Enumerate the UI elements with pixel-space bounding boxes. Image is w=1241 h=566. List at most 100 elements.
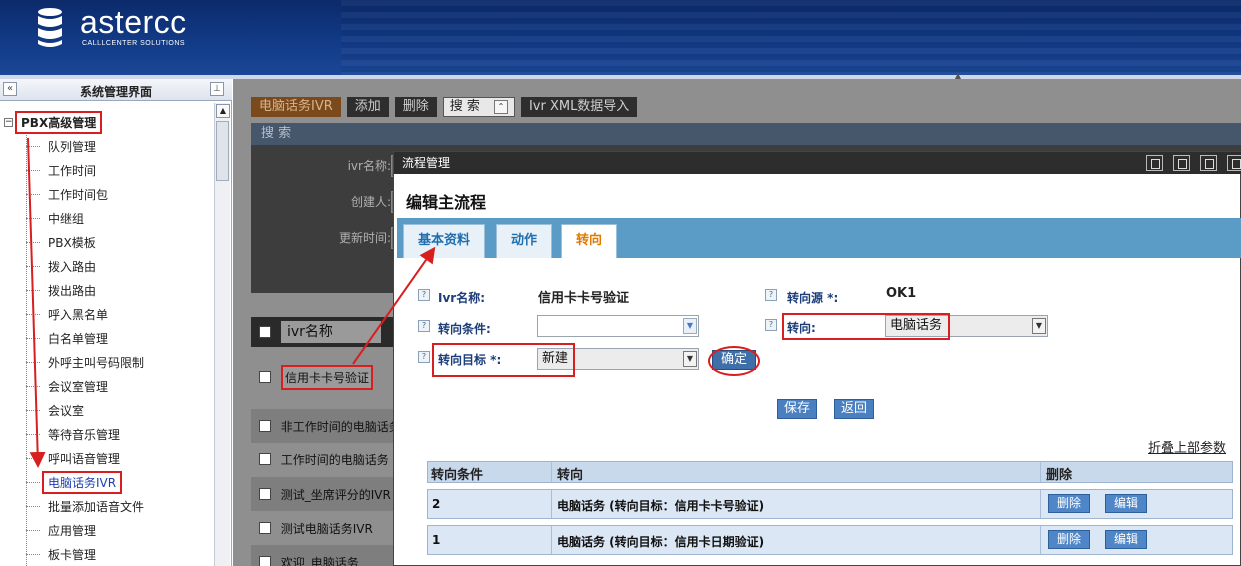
row-edit-button[interactable]: 编辑 <box>1105 530 1148 549</box>
delete-button[interactable]: 删除 <box>394 97 437 117</box>
row-checkbox[interactable] <box>259 420 271 432</box>
help-icon[interactable]: ? <box>765 319 777 331</box>
chevron-down-icon: ▼ <box>1032 318 1046 334</box>
scroll-up-icon[interactable]: ▲ <box>216 104 230 118</box>
row-checkbox[interactable] <box>259 556 271 566</box>
chevron-down-icon: ▼ <box>683 318 697 334</box>
tab-actions[interactable]: 动作 <box>496 224 553 258</box>
sidebar-item-label: 板卡管理 <box>48 547 97 562</box>
row-checkbox[interactable] <box>259 453 271 465</box>
grid-column-separator <box>1040 490 1041 518</box>
ivr-name-label: Ivr名称: <box>438 291 486 305</box>
sidebar-item-label: 外呼主叫号码限制 <box>48 355 145 370</box>
tree-branch-line <box>26 337 40 339</box>
tree-branch-line <box>26 193 40 195</box>
sidebar-item[interactable]: 工作时间 <box>26 160 96 180</box>
sidebar-title: 系统管理界面 <box>79 85 152 99</box>
list-item[interactable]: 工作时间的电脑话务 <box>251 442 393 476</box>
help-icon[interactable]: ? <box>418 320 430 332</box>
sidebar-item[interactable]: 拨入路由 <box>26 256 96 276</box>
sidebar-item[interactable]: 队列管理 <box>26 136 96 156</box>
row-delete-button[interactable]: 删除 <box>1048 494 1091 513</box>
flow-dialog: 流程管理 编辑主流程 基本资料 动作 转向 ? Ivr名称: 信用卡卡号验证 ?… <box>393 151 1241 566</box>
search-label-creator: 创建人: <box>350 195 391 209</box>
tab-direction[interactable]: 转向 <box>561 224 618 258</box>
restore-icon[interactable] <box>1200 155 1217 171</box>
back-button[interactable]: 返回 <box>834 399 875 419</box>
sidebar-item[interactable]: 工作时间包 <box>26 184 108 204</box>
sidebar-item[interactable]: PBX模板 <box>26 232 96 252</box>
logo-text: astercc <box>80 4 187 40</box>
list-item-label: 欢迎_电脑话务 <box>280 555 359 566</box>
save-button[interactable]: 保存 <box>777 399 818 419</box>
tree-branch-line <box>26 217 40 219</box>
list-item[interactable]: 测试_坐席评分的IVR <box>251 477 393 511</box>
header-pattern <box>341 0 1241 75</box>
add-button[interactable]: 添加 <box>346 97 389 117</box>
sidebar-item[interactable]: 板卡管理 <box>26 544 96 564</box>
tab-ivr[interactable]: 电脑话务IVR <box>251 97 341 117</box>
tree-collapse-icon[interactable]: − <box>4 118 13 127</box>
pin-icon[interactable]: ⊥ <box>210 82 224 96</box>
help-icon[interactable]: ? <box>418 289 430 301</box>
tree-branch-line <box>26 481 40 483</box>
grid-header-direction: 转向 <box>557 468 584 483</box>
column-ivr-name[interactable]: ivr名称 <box>281 321 381 343</box>
sidebar-item-label: PBX模板 <box>48 235 96 250</box>
row-checkbox[interactable] <box>259 371 271 383</box>
list-item-label: 非工作时间的电脑话务 <box>280 419 393 434</box>
sidebar-item[interactable]: 中继组 <box>26 208 84 228</box>
list-item-label: 信用卡卡号验证 <box>281 364 374 390</box>
source-value: OK1 <box>886 286 917 301</box>
close-icon[interactable] <box>1227 155 1241 171</box>
grid-header-delete: 删除 <box>1046 468 1073 483</box>
sidebar-item[interactable]: 批量添加语音文件 <box>26 496 144 516</box>
logo-icon <box>38 8 62 47</box>
list-item[interactable]: 欢迎_电脑话务 <box>251 545 393 566</box>
sidebar-item[interactable]: 会议室 <box>26 400 84 420</box>
sidebar-item[interactable]: 会议室管理 <box>26 376 108 396</box>
sidebar-item-label: 会议室 <box>48 403 85 418</box>
tab-basic-info[interactable]: 基本资料 <box>403 224 486 258</box>
select-all-checkbox[interactable] <box>259 326 271 338</box>
tree-branch-line <box>26 241 40 243</box>
sidebar-scrollbar[interactable]: ▲ <box>214 103 230 566</box>
ivr-xml-import-button[interactable]: Ivr XML数据导入 <box>520 97 638 117</box>
sidebar-item[interactable]: 呼入黑名单 <box>26 304 108 324</box>
sidebar-item-label: 应用管理 <box>48 523 97 538</box>
sidebar-item-label: 呼入黑名单 <box>48 307 109 322</box>
tree-branch-line <box>26 409 40 411</box>
sidebar-item[interactable]: 应用管理 <box>26 520 96 540</box>
row-checkbox[interactable] <box>259 488 271 500</box>
grid-row: 2 电脑话务 (转向目标：信用卡卡号验证) 删除 编辑 <box>427 489 1233 519</box>
list-item[interactable]: 非工作时间的电脑话务 <box>251 409 393 443</box>
sidebar-item[interactable]: 电脑话务IVR <box>26 470 123 494</box>
help-icon[interactable]: ? <box>765 289 777 301</box>
maximize-icon[interactable] <box>1173 155 1190 171</box>
sidebar-item-label: 呼叫语音管理 <box>48 451 121 466</box>
ivr-name-value: 信用卡卡号验证 <box>538 291 630 306</box>
list-item-label: 测试电脑话务IVR <box>280 521 373 536</box>
sidebar-item[interactable]: 呼叫语音管理 <box>26 448 120 468</box>
tree-branch-line <box>26 169 40 171</box>
list-item[interactable]: 测试电脑话务IVR <box>251 511 393 545</box>
search-toggle-button[interactable]: 搜 索 ⌃ <box>442 97 515 117</box>
row-delete-button[interactable]: 删除 <box>1048 530 1091 549</box>
sidebar-item[interactable]: 外呼主叫号码限制 <box>26 352 144 372</box>
condition-select[interactable]: ▼ <box>537 315 699 337</box>
row-checkbox[interactable] <box>259 522 271 534</box>
grid-header: 转向条件 转向 删除 <box>427 461 1233 483</box>
sidebar-item[interactable]: 等待音乐管理 <box>26 424 120 444</box>
list-header: ivr名称 <box>251 317 393 347</box>
help-icon[interactable]: ? <box>418 351 430 363</box>
grid-cell-direction: 电脑话务 (转向目标：信用卡日期验证) <box>557 535 765 549</box>
collapse-params-link[interactable]: 折叠上部参数 <box>1148 437 1226 456</box>
search-label-ivr: ivr名称: <box>347 159 391 173</box>
sidebar-item[interactable]: 白名单管理 <box>26 328 108 348</box>
sidebar-item[interactable]: 拨出路由 <box>26 280 96 300</box>
scrollbar-thumb[interactable] <box>216 121 229 181</box>
list-item[interactable]: 信用卡卡号验证 <box>251 360 393 394</box>
row-edit-button[interactable]: 编辑 <box>1105 494 1148 513</box>
minimize-icon[interactable] <box>1146 155 1163 171</box>
tree-root-pbx[interactable]: − PBX高级管理 <box>4 111 103 134</box>
